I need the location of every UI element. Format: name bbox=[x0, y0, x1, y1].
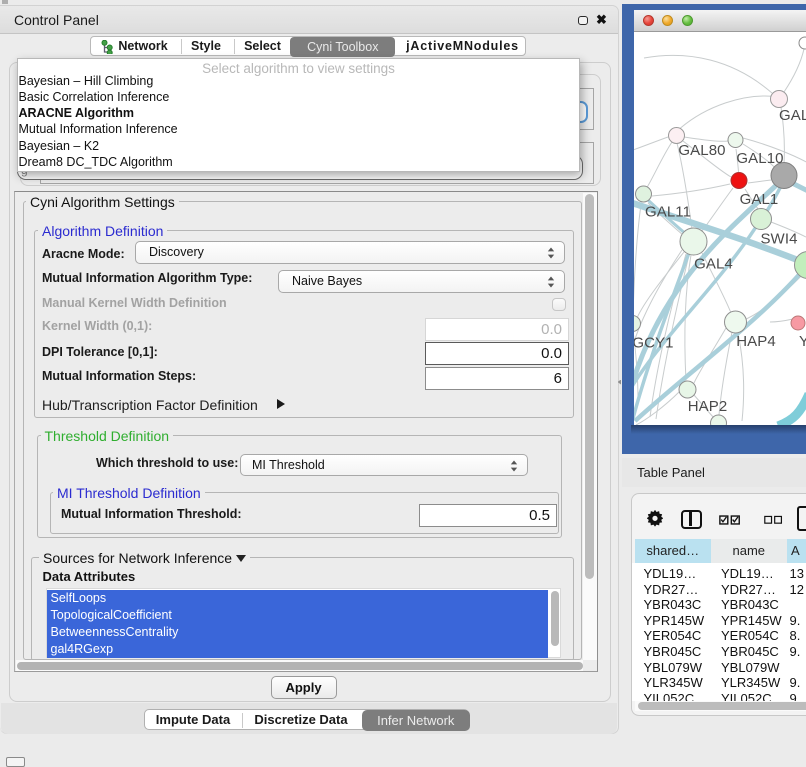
svg-text:GAL80: GAL80 bbox=[678, 142, 725, 159]
svg-text:HAP2: HAP2 bbox=[688, 398, 728, 415]
svg-text:GAL1: GAL1 bbox=[740, 191, 779, 208]
svg-text:HAP4: HAP4 bbox=[736, 333, 776, 350]
svg-text:GAL11: GAL11 bbox=[645, 204, 691, 221]
svg-text:SWI4: SWI4 bbox=[760, 231, 797, 248]
svg-text:GAL4: GAL4 bbox=[694, 256, 733, 273]
svg-text:GCY1: GCY1 bbox=[634, 335, 674, 352]
svg-text:GAL10: GAL10 bbox=[736, 150, 783, 167]
svg-text:Y: Y bbox=[799, 333, 806, 350]
svg-text:GAL2: GAL2 bbox=[779, 107, 806, 124]
